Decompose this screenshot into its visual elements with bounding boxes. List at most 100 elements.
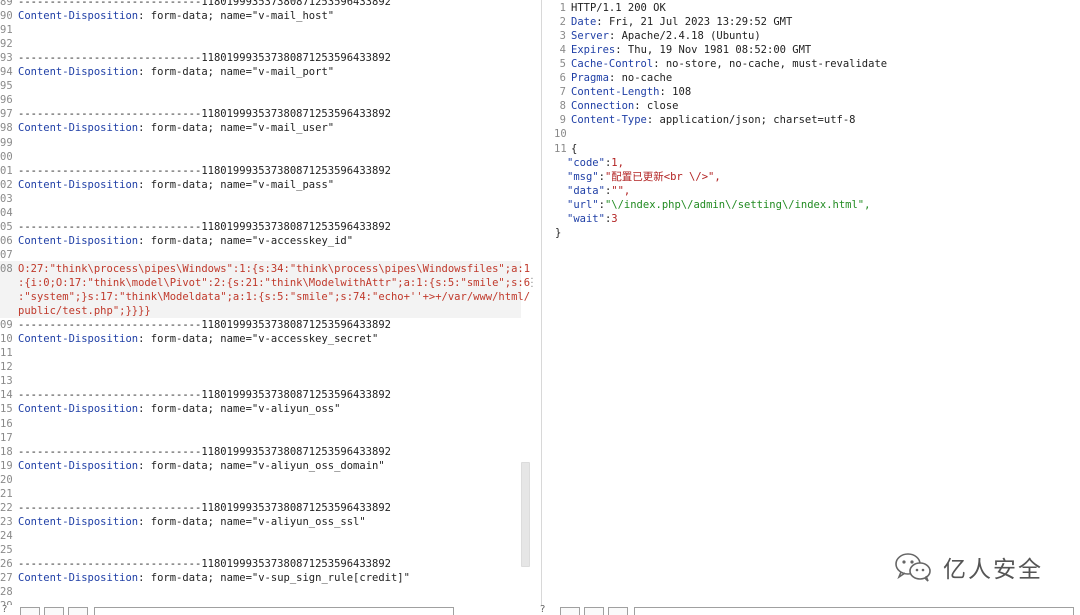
- request-line[interactable]: 96: [0, 93, 531, 107]
- header-line: Content-Disposition: form-data; name="v-…: [18, 515, 366, 529]
- header-key: Expires: [571, 44, 616, 57]
- prev-match-button[interactable]: [584, 607, 604, 615]
- line-number: 2: [559, 16, 566, 29]
- response-line[interactable]: 1 HTTP/1.1 200 OK: [552, 1, 1080, 15]
- request-line[interactable]: 10 Content-Disposition: form-data; name="…: [0, 332, 531, 346]
- request-line[interactable]: 99: [0, 136, 531, 150]
- request-line[interactable]: 14 -----------------------------118019993…: [0, 388, 531, 402]
- multipart-boundary: -----------------------------11801999353…: [18, 558, 391, 570]
- json-field-line[interactable]: "data":"",: [552, 184, 1080, 198]
- request-line[interactable]: 01 -----------------------------118019993…: [0, 164, 531, 178]
- request-line[interactable]: 95: [0, 79, 531, 93]
- line-number: 93: [0, 52, 13, 65]
- header-value: form-data; name="v-aliyun_oss_ssl": [150, 515, 366, 528]
- request-line[interactable]: 27 Content-Disposition: form-data; name="…: [0, 571, 531, 585]
- settings-button[interactable]: [560, 607, 580, 615]
- request-line[interactable]: 21: [0, 487, 531, 501]
- request-scrollbar[interactable]: [521, 462, 530, 567]
- line-number: 08: [0, 262, 13, 275]
- request-line[interactable]: 04: [0, 206, 531, 220]
- request-editor-pane[interactable]: 89 -----------------------------118019993…: [0, 0, 531, 605]
- request-line[interactable]: 16: [0, 417, 531, 431]
- request-line[interactable]: 89 -----------------------------118019993…: [0, 0, 531, 9]
- serialized-payload-line[interactable]: public/test.php";}}}}: [0, 304, 521, 318]
- request-line[interactable]: 17: [0, 431, 531, 445]
- request-line[interactable]: 09 -----------------------------118019993…: [0, 318, 531, 332]
- request-line[interactable]: 90 Content-Disposition: form-data; name="…: [0, 9, 531, 23]
- pane-divider[interactable]: [541, 0, 542, 615]
- request-line[interactable]: 22 -----------------------------118019993…: [0, 501, 531, 515]
- next-match-button[interactable]: [608, 607, 628, 615]
- serialized-payload-line[interactable]: :{i:0;O:17:"think\model\Pivot":2:{s:21:"…: [0, 276, 530, 290]
- request-line[interactable]: 00: [0, 150, 531, 164]
- header-line: Content-Disposition: form-data; name="v-…: [18, 65, 334, 79]
- response-line[interactable]: 6 Pragma: no-cache: [552, 71, 1080, 85]
- json-key: "wait": [567, 212, 605, 225]
- request-search-input[interactable]: [94, 607, 454, 615]
- request-line[interactable]: 28: [0, 585, 531, 599]
- json-closing-brace-line[interactable]: }: [552, 226, 1080, 240]
- line-number: 98: [0, 122, 13, 135]
- request-line[interactable]: 12: [0, 360, 531, 374]
- request-line[interactable]: 93 -----------------------------118019993…: [0, 51, 531, 65]
- request-line[interactable]: 13: [0, 374, 531, 388]
- json-field-line[interactable]: "code":1,: [552, 156, 1080, 170]
- header-value: Thu, 19 Nov 1981 08:52:00 GMT: [627, 44, 812, 57]
- request-line[interactable]: 18 -----------------------------118019993…: [0, 445, 531, 459]
- request-line[interactable]: 98 Content-Disposition: form-data; name="…: [0, 121, 531, 135]
- multipart-boundary: -----------------------------11801999353…: [18, 389, 391, 402]
- header-line: Content-Disposition: form-data; name="v-…: [18, 178, 334, 192]
- header-value: HTTP/1.1 200 OK: [571, 2, 666, 14]
- line-number: 07: [0, 248, 13, 261]
- request-line[interactable]: 23 Content-Disposition: form-data; name="…: [0, 515, 531, 529]
- request-line[interactable]: 91: [0, 23, 531, 37]
- request-line[interactable]: 97 -----------------------------118019993…: [0, 107, 531, 121]
- request-line[interactable]: 94 Content-Disposition: form-data; name="…: [0, 65, 531, 79]
- request-line[interactable]: 25: [0, 543, 531, 557]
- request-line[interactable]: 07: [0, 248, 531, 262]
- pane-resize-handle-icon[interactable]: · · ·: [529, 275, 535, 293]
- response-line[interactable]: 3 Server: Apache/2.4.18 (Ubuntu): [552, 29, 1080, 43]
- header-separator: :: [138, 459, 151, 472]
- header-key: Connection: [571, 100, 635, 113]
- json-field-line[interactable]: "url":"\/index.php\/admin\/setting\/inde…: [552, 198, 1080, 212]
- line-number: 5: [559, 58, 566, 71]
- request-line[interactable]: 24: [0, 529, 531, 543]
- serialized-payload-line[interactable]: 08 O:27:"think\process\pipes\Windows":1:{…: [0, 262, 530, 276]
- json-field-line[interactable]: "msg":"配置已更新<br \/>",: [552, 170, 1080, 184]
- header-value: close: [646, 100, 679, 113]
- json-field-line[interactable]: "wait":3: [552, 212, 1080, 226]
- request-line[interactable]: 03: [0, 192, 531, 206]
- response-line[interactable]: 2 Date: Fri, 21 Jul 2023 13:29:52 GMT: [552, 15, 1080, 29]
- multipart-boundary: -----------------------------11801999353…: [18, 164, 391, 177]
- request-line[interactable]: 02 Content-Disposition: form-data; name="…: [0, 178, 531, 192]
- help-icon[interactable]: ?: [2, 604, 7, 615]
- line-number: 00: [0, 150, 13, 163]
- watermark-text: 亿人安全: [943, 557, 1043, 583]
- help-icon[interactable]: ?: [540, 604, 545, 615]
- request-line[interactable]: 11: [0, 346, 531, 360]
- request-line[interactable]: 19 Content-Disposition: form-data; name="…: [0, 459, 531, 473]
- response-line[interactable]: 11 {: [552, 142, 1080, 156]
- request-line[interactable]: 20: [0, 473, 531, 487]
- json-field: "msg":"配置已更新<br \/>",: [567, 170, 721, 184]
- request-line[interactable]: 06 Content-Disposition: form-data; name="…: [0, 234, 531, 248]
- response-viewer-pane[interactable]: 1 HTTP/1.1 200 OK 2 Date: Fri, 21 Jul 2023 …: [552, 0, 1080, 605]
- response-line[interactable]: 7 Content-Length: 108: [552, 85, 1080, 99]
- json-key: "code": [567, 156, 605, 169]
- request-line[interactable]: 15 Content-Disposition: form-data; name="…: [0, 402, 531, 416]
- response-line[interactable]: 8 Connection: close: [552, 99, 1080, 113]
- settings-button[interactable]: [20, 607, 40, 615]
- serialized-payload-line[interactable]: :"system";}s:17:"think\Modeldata";a:1:{s…: [0, 290, 530, 304]
- request-line[interactable]: 92: [0, 37, 531, 51]
- next-match-button[interactable]: [68, 607, 88, 615]
- request-line[interactable]: 26 -----------------------------118019993…: [0, 557, 531, 571]
- response-line[interactable]: 10: [552, 127, 1080, 141]
- prev-match-button[interactable]: [44, 607, 64, 615]
- response-line[interactable]: 9 Content-Type: application/json; charset…: [552, 113, 1080, 127]
- response-search-input[interactable]: [634, 607, 1074, 615]
- request-line[interactable]: 05 -----------------------------118019993…: [0, 220, 531, 234]
- response-line[interactable]: 4 Expires: Thu, 19 Nov 1981 08:52:00 GMT: [552, 43, 1080, 57]
- serialized-payload-text: :"system";}s:17:"think\Modeldata";a:1:{s…: [18, 291, 531, 304]
- response-line[interactable]: 5 Cache-Control: no-store, no-cache, must…: [552, 57, 1080, 71]
